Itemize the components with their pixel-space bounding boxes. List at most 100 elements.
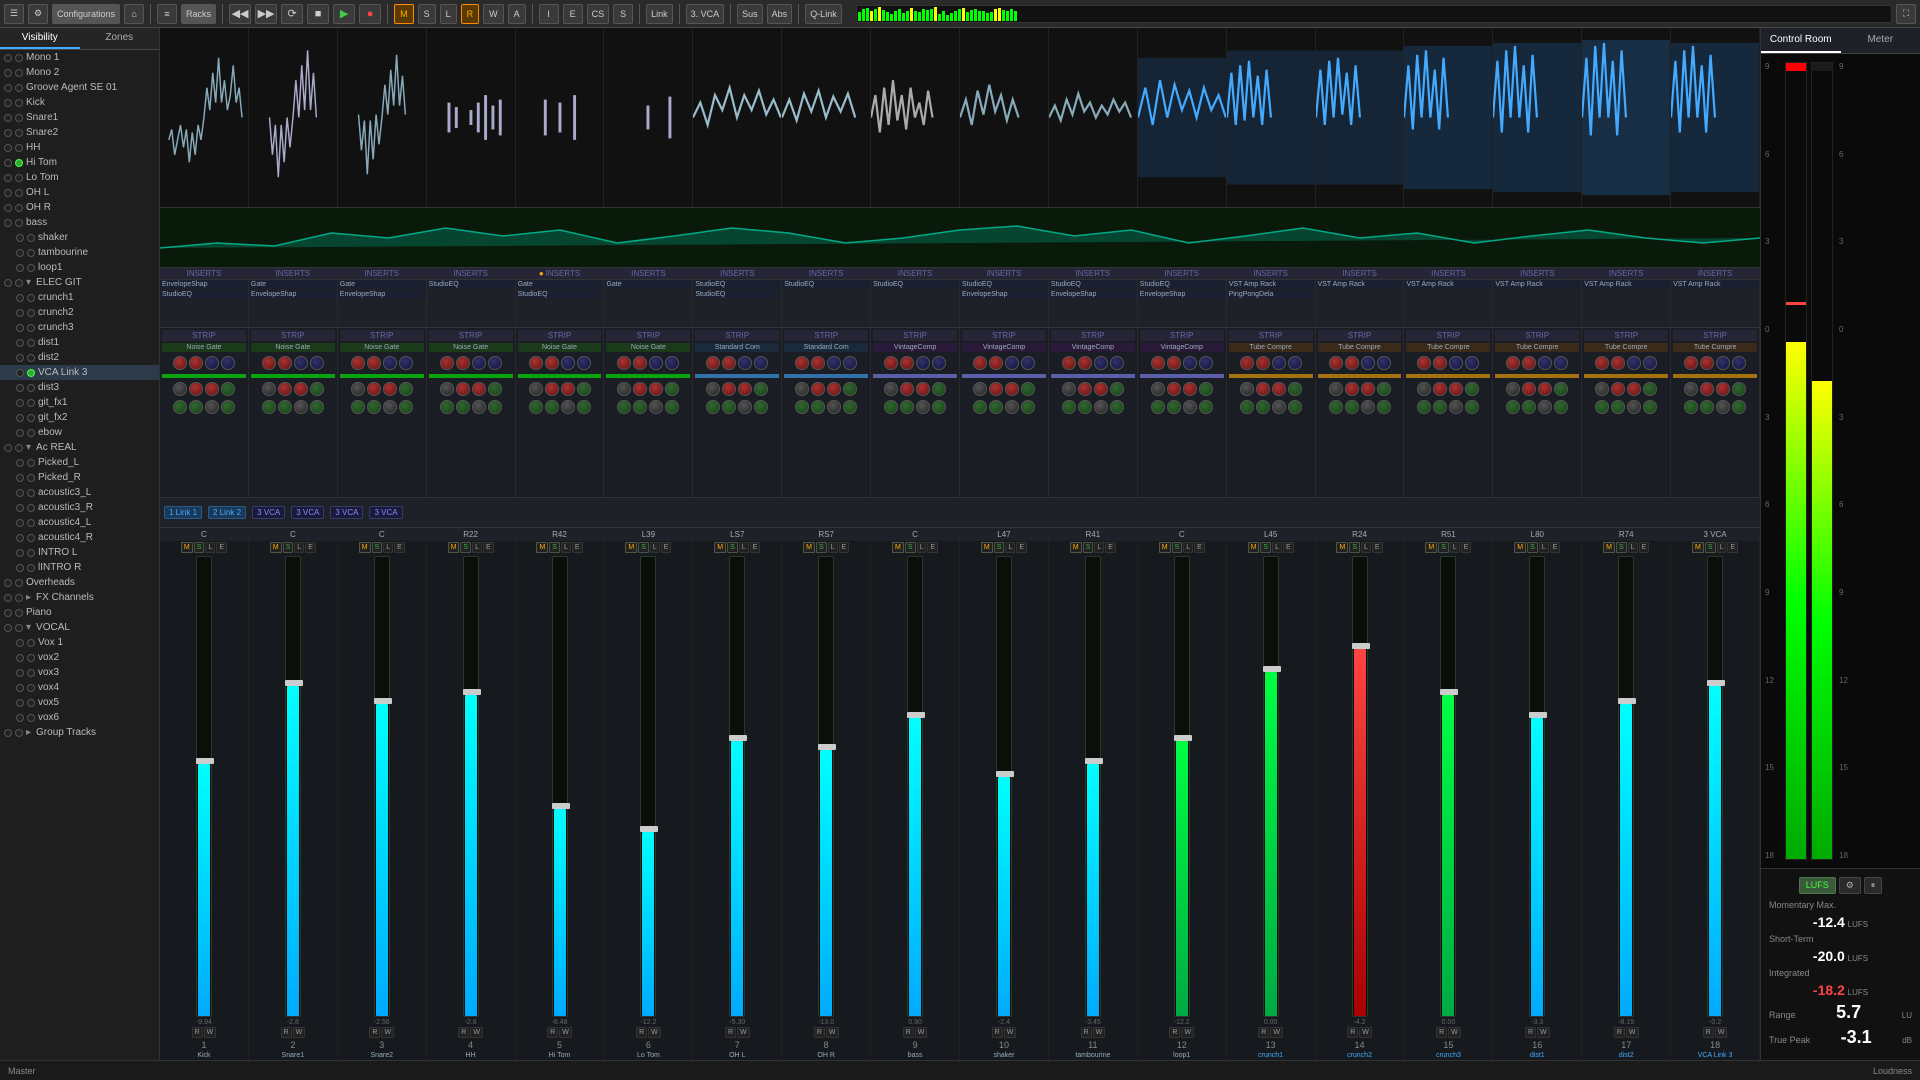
mixer-header-badge-3[interactable]: 3 VCA — [291, 506, 324, 519]
ch-fader-2[interactable] — [374, 556, 390, 1017]
knob2-6-1[interactable] — [722, 382, 736, 396]
ch-r-btn-2[interactable]: R — [369, 1027, 380, 1038]
ch-r-btn-15[interactable]: R — [1525, 1027, 1536, 1038]
ch-w-btn-12[interactable]: W — [1270, 1027, 1283, 1038]
knob2-17-2[interactable] — [1716, 382, 1730, 396]
knob-8-3[interactable] — [932, 356, 946, 370]
insert-slot-13-0[interactable]: VST Amp Rack — [1316, 280, 1404, 290]
knob-9-3[interactable] — [1021, 356, 1035, 370]
mixer-header-badge-1[interactable]: 2 Link 2 — [208, 506, 246, 519]
knob3-0-0[interactable] — [173, 400, 187, 414]
knob-11-1[interactable] — [1167, 356, 1181, 370]
ch-l-btn-6[interactable]: L — [739, 542, 749, 553]
knob2-8-2[interactable] — [916, 382, 930, 396]
fader-handle-2[interactable] — [374, 698, 392, 704]
knob2-0-0[interactable] — [173, 382, 187, 396]
waveform-track-5[interactable] — [516, 28, 605, 207]
knob3-9-3[interactable] — [1021, 400, 1035, 414]
waveform-track-16[interactable] — [1493, 28, 1582, 207]
ch-w-btn-5[interactable]: W — [648, 1027, 661, 1038]
fader-handle-10[interactable] — [1085, 758, 1103, 764]
ch-fader-4[interactable] — [552, 556, 568, 1017]
ch-m-btn-7[interactable]: M — [803, 542, 815, 553]
knob2-3-3[interactable] — [488, 382, 502, 396]
knob-15-2[interactable] — [1538, 356, 1552, 370]
ch-fader-13[interactable] — [1352, 556, 1368, 1017]
knob3-17-1[interactable] — [1700, 400, 1714, 414]
knob2-16-3[interactable] — [1643, 382, 1657, 396]
ch-fader-8[interactable] — [907, 556, 923, 1017]
knob2-11-0[interactable] — [1151, 382, 1165, 396]
ch-fader-1[interactable] — [285, 556, 301, 1017]
knob2-4-0[interactable] — [529, 382, 543, 396]
knob3-10-1[interactable] — [1078, 400, 1092, 414]
ch-l-btn-9[interactable]: L — [1005, 542, 1015, 553]
waveform-track-10[interactable] — [960, 28, 1049, 207]
sidebar-item-snare2[interactable]: Snare2 — [0, 125, 159, 140]
knob2-2-2[interactable] — [383, 382, 397, 396]
ch-m-btn-16[interactable]: M — [1603, 542, 1615, 553]
insert-slot-7-0[interactable]: StudioEQ — [782, 280, 870, 290]
knob-17-1[interactable] — [1700, 356, 1714, 370]
ch-w-btn-2[interactable]: W — [381, 1027, 394, 1038]
ch-e-btn-12[interactable]: E — [1283, 542, 1294, 553]
sidebar-item-bass[interactable]: bass — [0, 215, 159, 230]
ch-m-btn-17[interactable]: M — [1692, 542, 1704, 553]
knob-1-2[interactable] — [294, 356, 308, 370]
knob2-2-3[interactable] — [399, 382, 413, 396]
knob3-1-0[interactable] — [262, 400, 276, 414]
sidebar-item-acoustic4_r[interactable]: acoustic4_R — [0, 530, 159, 545]
knob2-5-3[interactable] — [665, 382, 679, 396]
knob-12-1[interactable] — [1256, 356, 1270, 370]
knob3-5-3[interactable] — [665, 400, 679, 414]
waveform-track-6[interactable] — [604, 28, 693, 207]
waveform-track-11[interactable] — [1049, 28, 1138, 207]
knob-17-3[interactable] — [1732, 356, 1746, 370]
ch-m-btn-12[interactable]: M — [1248, 542, 1260, 553]
ch-e-btn-13[interactable]: E — [1372, 542, 1383, 553]
mixer-header-badge-0[interactable]: 1 Link 1 — [164, 506, 202, 519]
knob2-13-2[interactable] — [1361, 382, 1375, 396]
ch-fader-15[interactable] — [1529, 556, 1545, 1017]
ch-l-btn-2[interactable]: L — [383, 542, 393, 553]
knob3-11-1[interactable] — [1167, 400, 1181, 414]
knob3-3-0[interactable] — [440, 400, 454, 414]
knob-15-1[interactable] — [1522, 356, 1536, 370]
sidebar-item-vox4[interactable]: vox4 — [0, 680, 159, 695]
sidebar-item-lintro_r[interactable]: lINTRO R — [0, 560, 159, 575]
insert-slot-0-1[interactable]: StudioEQ — [160, 290, 248, 300]
sidebar-item-hi_tom[interactable]: Hi Tom — [0, 155, 159, 170]
knob3-7-2[interactable] — [827, 400, 841, 414]
sidebar-item-vox5[interactable]: vox5 — [0, 695, 159, 710]
knob3-5-2[interactable] — [649, 400, 663, 414]
ch-m-btn-9[interactable]: M — [981, 542, 993, 553]
ch-r-btn-5[interactable]: R — [636, 1027, 647, 1038]
ch-m-btn-6[interactable]: M — [714, 542, 726, 553]
sidebar-item-vox_1[interactable]: Vox 1 — [0, 635, 159, 650]
knob2-0-2[interactable] — [205, 382, 219, 396]
knob-1-0[interactable] — [262, 356, 276, 370]
eq-btn[interactable]: E — [563, 4, 583, 24]
mode-w-btn[interactable]: W — [483, 4, 504, 24]
ch-r-btn-8[interactable]: R — [903, 1027, 914, 1038]
ch-e-btn-3[interactable]: E — [483, 542, 494, 553]
ch-e-btn-5[interactable]: E — [661, 542, 672, 553]
mixer-header-badge-2[interactable]: 3 VCA — [252, 506, 285, 519]
waveform-track-7[interactable] — [693, 28, 782, 207]
fader-handle-7[interactable] — [818, 744, 836, 750]
knob-16-2[interactable] — [1627, 356, 1641, 370]
ch-e-btn-7[interactable]: E — [839, 542, 850, 553]
ch-l-btn-10[interactable]: L — [1094, 542, 1104, 553]
ch-s-btn-6[interactable]: S — [727, 542, 738, 553]
ch-s-btn-14[interactable]: S — [1438, 542, 1449, 553]
sidebar-item-crunch1[interactable]: crunch1 — [0, 290, 159, 305]
ch-r-btn-13[interactable]: R — [1347, 1027, 1358, 1038]
knob3-17-3[interactable] — [1732, 400, 1746, 414]
knob-16-0[interactable] — [1595, 356, 1609, 370]
knob2-11-1[interactable] — [1167, 382, 1181, 396]
knob-3-0[interactable] — [440, 356, 454, 370]
knob-2-2[interactable] — [383, 356, 397, 370]
knob-13-1[interactable] — [1345, 356, 1359, 370]
ch-r-btn-14[interactable]: R — [1436, 1027, 1447, 1038]
sidebar-item-overheads[interactable]: Overheads — [0, 575, 159, 590]
